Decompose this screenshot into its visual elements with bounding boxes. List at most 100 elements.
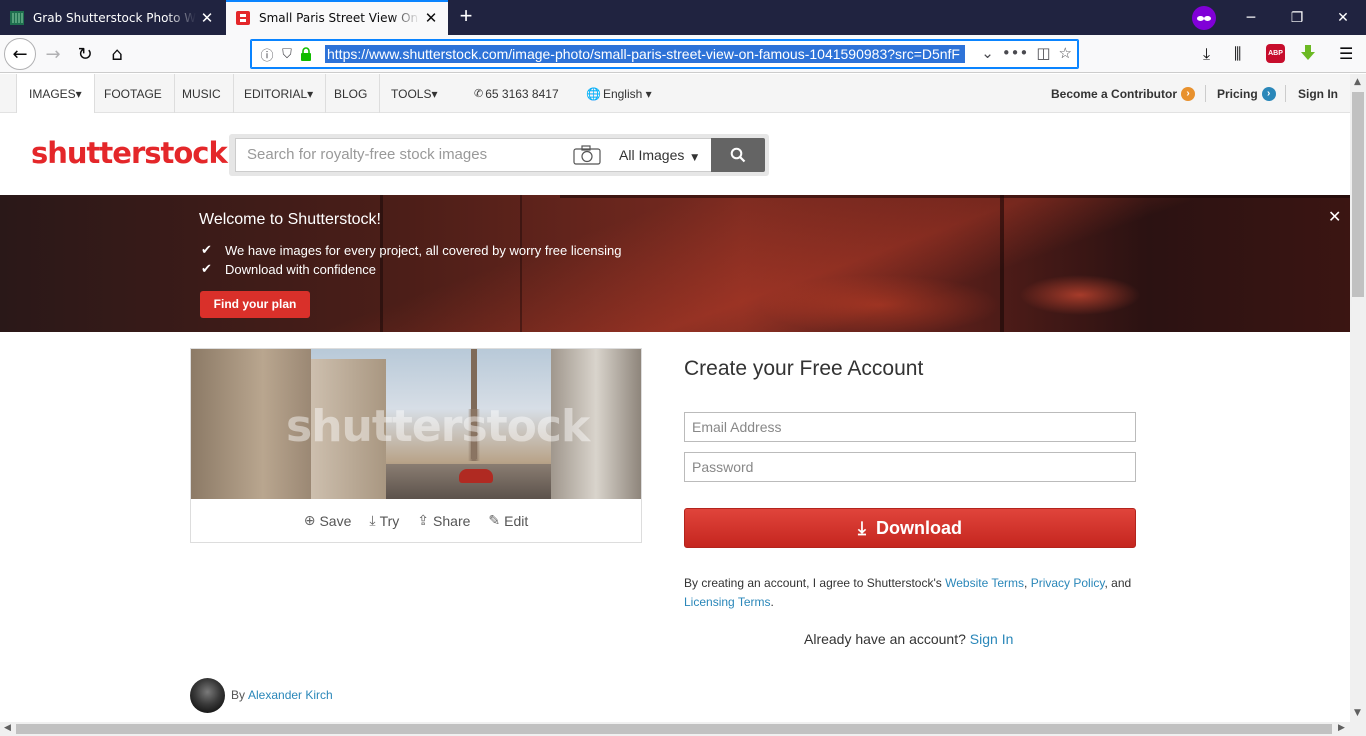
licensing-terms-link[interactable]: Licensing Terms bbox=[684, 595, 770, 609]
share-button[interactable]: ⇪ Share bbox=[417, 513, 470, 529]
download-icon: ⤓ bbox=[858, 517, 866, 539]
try-button[interactable]: ⤓ Try bbox=[369, 513, 399, 529]
chevron-down-icon[interactable]: ⌄ bbox=[981, 44, 994, 62]
horizontal-scrollbar[interactable]: ◀ ▶ bbox=[0, 722, 1366, 736]
tab-strip: Grab Shutterstock Photo Witho ✕ Small Pa… bbox=[0, 0, 1366, 35]
search-input[interactable]: Search for royalty-free stock images bbox=[235, 138, 567, 172]
save-button[interactable]: ⊕ Save bbox=[304, 513, 352, 529]
website-terms-link[interactable]: Website Terms bbox=[945, 576, 1024, 590]
banner-decoration bbox=[560, 195, 1350, 198]
scroll-right-icon[interactable]: ▶ bbox=[1338, 723, 1345, 733]
close-window-button[interactable]: ✕ bbox=[1320, 0, 1366, 35]
close-banner-icon[interactable]: ✕ bbox=[1328, 207, 1341, 226]
camera-icon[interactable] bbox=[567, 138, 609, 172]
home-button[interactable]: ⌂ bbox=[102, 39, 132, 69]
photo-actions: ⊕ Save ⤓ Try ⇪ Share ✎ Edit bbox=[191, 499, 641, 543]
bullet-text: Download with confidence bbox=[225, 262, 377, 277]
minimize-button[interactable]: ─ bbox=[1228, 0, 1274, 35]
divider bbox=[1285, 85, 1286, 102]
nav-blog[interactable]: BLOG bbox=[322, 74, 381, 113]
contributor-label: Become a Contributor bbox=[1051, 86, 1178, 101]
password-field[interactable]: Password bbox=[684, 452, 1136, 482]
terms-text: By creating an account, I agree to Shutt… bbox=[684, 574, 1144, 612]
account-title: Create your Free Account bbox=[684, 357, 924, 380]
author-byline: By Alexander Kirch bbox=[190, 677, 333, 713]
image-type-label: All Images bbox=[619, 147, 685, 163]
banner-decoration bbox=[1000, 195, 1004, 332]
downloads-icon[interactable]: ⤓ bbox=[1203, 44, 1210, 64]
become-contributor-link[interactable]: Become a Contributor › bbox=[1051, 74, 1196, 113]
menu-icon[interactable]: ☰ bbox=[1339, 44, 1353, 63]
red-car bbox=[459, 469, 493, 483]
sign-in-link[interactable]: Sign In bbox=[970, 631, 1014, 647]
phone-number: 65 3163 8417 bbox=[485, 86, 559, 101]
banner-bullet: ✔ We have images for every project, all … bbox=[201, 243, 621, 258]
restore-button[interactable]: ❐ bbox=[1274, 0, 1320, 35]
new-tab-button[interactable]: + bbox=[455, 5, 477, 29]
pricing-link[interactable]: Pricing › bbox=[1217, 74, 1276, 113]
scroll-left-icon[interactable]: ◀ bbox=[4, 723, 11, 733]
byline-prefix: By bbox=[231, 688, 246, 702]
scroll-up-icon[interactable]: ▲ bbox=[1354, 77, 1361, 87]
image-type-dropdown[interactable]: All Images ▼ bbox=[609, 138, 711, 172]
sign-in-link[interactable]: Sign In bbox=[1298, 74, 1338, 113]
scroll-thumb[interactable] bbox=[16, 724, 1332, 734]
page-actions-icon[interactable]: ••• bbox=[1002, 44, 1029, 62]
phone-link[interactable]: ✆ 65 3163 8417 bbox=[474, 74, 559, 113]
find-plan-button[interactable]: Find your plan bbox=[200, 291, 310, 318]
tab-small-paris-street[interactable]: Small Paris Street View On Fam ✕ bbox=[226, 0, 448, 35]
info-icon[interactable]: ⓘ bbox=[257, 45, 277, 64]
pocket-icon[interactable]: ◫ bbox=[1036, 44, 1050, 62]
tab-grab-shutterstock[interactable]: Grab Shutterstock Photo Witho ✕ bbox=[0, 0, 224, 35]
url-text[interactable]: https://www.shutterstock.com/image-photo… bbox=[325, 45, 965, 63]
share-label: Share bbox=[433, 513, 471, 529]
forward-button[interactable]: → bbox=[38, 39, 68, 69]
library-icon[interactable]: ⫼ bbox=[1234, 44, 1241, 64]
back-button[interactable]: ← bbox=[4, 38, 36, 70]
bookmark-star-icon[interactable]: ☆ bbox=[1059, 44, 1072, 62]
author-link[interactable]: Alexander Kirch bbox=[248, 688, 333, 702]
reload-button[interactable]: ↻ bbox=[70, 39, 100, 69]
vertical-scrollbar[interactable]: ▲ ▼ bbox=[1350, 74, 1366, 722]
scroll-down-icon[interactable]: ▼ bbox=[1354, 708, 1361, 718]
tracking-shield-icon[interactable]: ⛉ bbox=[277, 47, 297, 62]
search-button[interactable] bbox=[711, 138, 765, 172]
divider bbox=[1205, 85, 1206, 102]
tab-title: Grab Shutterstock Photo Witho bbox=[33, 10, 196, 25]
language-selector[interactable]: 🌐 English ▾ bbox=[586, 74, 652, 113]
close-tab-icon[interactable]: ✕ bbox=[196, 9, 218, 27]
tab-title: Small Paris Street View On Fam bbox=[259, 10, 420, 25]
nav-footage[interactable]: FOOTAGE bbox=[92, 74, 175, 113]
navigation-toolbar: ← → ↻ ⌂ ⓘ ⛉ https://www.shutterstock.com… bbox=[0, 35, 1366, 73]
download-button[interactable]: ⤓ Download bbox=[684, 508, 1136, 548]
nav-music[interactable]: MUSIC bbox=[170, 74, 234, 113]
shutterstock-logo[interactable]: shutterstock bbox=[31, 136, 228, 170]
paris-street-photo[interactable]: shutterstock bbox=[191, 349, 641, 499]
search-icon bbox=[730, 147, 746, 163]
scroll-thumb[interactable] bbox=[1352, 92, 1364, 297]
download-helper-icon[interactable] bbox=[1299, 44, 1317, 62]
adblock-plus-icon[interactable]: ABP bbox=[1266, 44, 1285, 63]
edit-button[interactable]: ✎ Edit bbox=[488, 513, 528, 529]
url-bar[interactable]: ⓘ ⛉ https://www.shutterstock.com/image-p… bbox=[250, 39, 1079, 69]
email-field[interactable]: Email Address bbox=[684, 412, 1136, 442]
nav-tools[interactable]: TOOLS▾ bbox=[379, 74, 449, 113]
nav-images[interactable]: IMAGES▾ bbox=[16, 74, 95, 114]
shutterstock-favicon-icon bbox=[236, 10, 250, 25]
search-bar: Search for royalty-free stock images All… bbox=[229, 134, 769, 176]
phone-icon: ✆ bbox=[474, 87, 484, 100]
avatar[interactable] bbox=[190, 677, 225, 713]
privacy-policy-link[interactable]: Privacy Policy bbox=[1031, 576, 1105, 590]
terms-period: . bbox=[770, 595, 774, 609]
terms-prefix: By creating an account, I agree to Shutt… bbox=[684, 576, 946, 590]
chevron-right-icon: › bbox=[1181, 86, 1196, 101]
banner-title: Welcome to Shutterstock! bbox=[199, 211, 381, 228]
lock-icon[interactable] bbox=[300, 47, 312, 61]
bullet-text: We have images for every project, all co… bbox=[225, 243, 622, 258]
close-tab-icon[interactable]: ✕ bbox=[420, 9, 442, 27]
edit-label: Edit bbox=[504, 513, 529, 529]
edit-icon: ✎ bbox=[488, 513, 501, 529]
download-label: Download bbox=[875, 517, 962, 538]
nav-editorial[interactable]: EDITORIAL▾ bbox=[232, 74, 327, 113]
chevron-right-icon: › bbox=[1261, 86, 1276, 101]
